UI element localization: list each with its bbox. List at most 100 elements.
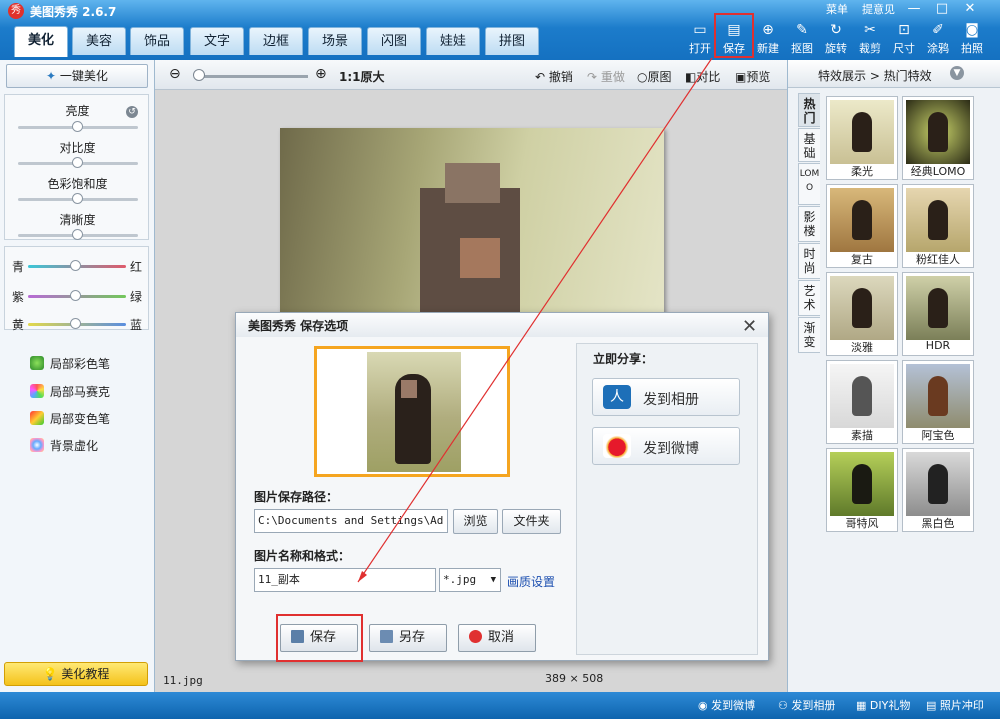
folder-icon: ▭ bbox=[693, 22, 707, 38]
preview-button[interactable]: ▣预览 bbox=[735, 68, 770, 85]
album-icon: ⚇ bbox=[778, 699, 792, 712]
yellow-blue-knob[interactable] bbox=[70, 318, 81, 329]
vtab-basic[interactable]: 基础 bbox=[798, 128, 820, 162]
camera-button[interactable]: ◙ 拍照 bbox=[956, 20, 988, 58]
effect-label: 复古 bbox=[851, 253, 873, 266]
purple-green-knob[interactable] bbox=[70, 290, 81, 301]
effect-classic-lomo[interactable]: 经典LOMO bbox=[902, 96, 974, 180]
effect-sketch[interactable]: 素描 bbox=[826, 360, 898, 444]
color-brush-tool[interactable]: 局部彩色笔 bbox=[30, 354, 110, 374]
original-button[interactable]: ○原图 bbox=[637, 68, 672, 85]
cancel-icon bbox=[469, 630, 482, 643]
chevron-down-icon[interactable]: ▼ bbox=[950, 66, 964, 80]
compare-button[interactable]: ◧对比 bbox=[685, 68, 720, 85]
yellow-label: 黄 bbox=[12, 318, 25, 332]
saturation-knob[interactable] bbox=[72, 193, 83, 204]
menu-link[interactable]: 菜单 bbox=[826, 1, 848, 17]
effect-abao[interactable]: 阿宝色 bbox=[902, 360, 974, 444]
vtab-gradient[interactable]: 渐变 bbox=[798, 317, 820, 353]
tutorial-label: 美化教程 bbox=[61, 667, 110, 681]
brightness-label: 亮度 bbox=[65, 104, 90, 118]
recolor-brush-tool[interactable]: 局部变色笔 bbox=[30, 409, 110, 429]
effect-black-white[interactable]: 黑白色 bbox=[902, 448, 974, 532]
effect-gothic[interactable]: 哥特风 bbox=[826, 448, 898, 532]
effect-thumbnail bbox=[830, 452, 894, 516]
background-blur-tool[interactable]: 背景虚化 bbox=[30, 436, 98, 456]
edited-photo[interactable] bbox=[280, 128, 664, 318]
doodle-button[interactable]: ✐ 涂鸦 bbox=[922, 20, 954, 58]
new-button[interactable]: ⊕ 新建 bbox=[752, 20, 784, 58]
rotate-button[interactable]: ↻ 旋转 bbox=[820, 20, 852, 58]
size-button[interactable]: ⊡ 尺寸 bbox=[888, 20, 920, 58]
effect-retro[interactable]: 复古 bbox=[826, 184, 898, 268]
zoom-level[interactable]: 1:1原大 bbox=[339, 68, 385, 85]
auto-beautify-button[interactable]: ✦ 一键美化 bbox=[6, 64, 148, 88]
brightness-knob[interactable] bbox=[72, 121, 83, 132]
status-album-button[interactable]: ⚇ 发到相册 bbox=[778, 697, 835, 713]
maximize-icon[interactable]: □ bbox=[930, 0, 954, 18]
vtab-art[interactable]: 艺术 bbox=[798, 280, 820, 316]
tab-beauty[interactable]: 美容 bbox=[72, 27, 126, 55]
vtab-fashion[interactable]: 时尚 bbox=[798, 243, 820, 279]
share-panel: 立即分享： 人 发到相册 发到微博 bbox=[576, 343, 758, 655]
feedback-link[interactable]: 提意见 bbox=[862, 1, 895, 17]
tab-flash[interactable]: 闪图 bbox=[367, 27, 421, 55]
cancel-button[interactable]: 取消 bbox=[458, 624, 536, 652]
tab-doll[interactable]: 娃娃 bbox=[426, 27, 480, 55]
tab-beautify[interactable]: 美化 bbox=[14, 26, 68, 57]
zoom-knob[interactable] bbox=[193, 69, 205, 81]
undo-button[interactable]: ↶ 撤销 bbox=[535, 68, 573, 85]
share-album-button[interactable]: 人 发到相册 bbox=[592, 378, 740, 416]
format-select[interactable]: *.jpg ▼ bbox=[439, 568, 501, 592]
photo-print-button[interactable]: ▤ 照片冲印 bbox=[926, 697, 984, 713]
folder-button[interactable]: 文件夹 bbox=[502, 509, 561, 534]
quality-settings-link[interactable]: 画质设置 bbox=[507, 573, 555, 590]
status-weibo-button[interactable]: ◉ 发到微博 bbox=[698, 697, 755, 713]
effect-pink-lady[interactable]: 粉红佳人 bbox=[902, 184, 974, 268]
vtab-lomo[interactable]: LOMO bbox=[798, 163, 820, 205]
resize-icon: ⊡ bbox=[898, 22, 910, 38]
color-brush-icon bbox=[30, 356, 44, 370]
minimize-icon[interactable]: — bbox=[902, 0, 926, 18]
tab-accessories[interactable]: 饰品 bbox=[130, 27, 184, 55]
sharpness-knob[interactable] bbox=[72, 229, 83, 240]
close-icon[interactable]: ✕ bbox=[958, 0, 982, 18]
filename-input[interactable]: 11_副本 bbox=[254, 568, 436, 592]
effect-soft-light[interactable]: 柔光 bbox=[826, 96, 898, 180]
effects-header: 特效展示 > 热门特效 ▼ bbox=[788, 60, 1000, 88]
vtab-studio[interactable]: 影楼 bbox=[798, 206, 820, 242]
tab-text[interactable]: 文字 bbox=[190, 27, 244, 55]
save-path-input[interactable]: C:\Documents and Settings\Ad bbox=[254, 509, 448, 533]
diy-gift-button[interactable]: ▦ DIY礼物 bbox=[856, 697, 910, 713]
mosaic-icon bbox=[30, 384, 44, 398]
open-label: 打开 bbox=[689, 42, 711, 55]
effect-hdr[interactable]: HDR bbox=[902, 272, 974, 356]
zoom-out-icon[interactable]: ⊖ bbox=[169, 66, 181, 82]
redo-label: 重做 bbox=[600, 70, 625, 84]
zoom-in-icon[interactable]: ⊕ bbox=[315, 66, 327, 82]
cutout-button[interactable]: ✎ 抠图 bbox=[786, 20, 818, 58]
tab-collage[interactable]: 拼图 bbox=[485, 27, 539, 55]
browse-button[interactable]: 浏览 bbox=[453, 509, 498, 534]
mosaic-tool[interactable]: 局部马赛克 bbox=[30, 382, 110, 402]
photo-print-label: 照片冲印 bbox=[939, 699, 984, 712]
contrast-knob[interactable] bbox=[72, 157, 83, 168]
camera-icon: ◙ bbox=[965, 22, 979, 38]
recolor-brush-icon bbox=[30, 411, 44, 425]
tutorial-button[interactable]: 💡 美化教程 bbox=[4, 662, 148, 686]
redo-button[interactable]: ↷ 重做 bbox=[587, 68, 625, 85]
zoom-slider[interactable] bbox=[200, 75, 308, 78]
preview-thumbnail bbox=[367, 352, 461, 472]
tab-border[interactable]: 边框 bbox=[249, 27, 303, 55]
crop-button[interactable]: ✂ 裁剪 bbox=[854, 20, 886, 58]
open-button[interactable]: ▭ 打开 bbox=[684, 20, 716, 58]
dialog-close-icon[interactable]: ✕ bbox=[742, 316, 757, 337]
cyan-red-knob[interactable] bbox=[70, 260, 81, 271]
save-as-button[interactable]: 另存 bbox=[369, 624, 447, 652]
vtab-hot[interactable]: 热门 bbox=[798, 93, 820, 127]
effect-elegant[interactable]: 淡雅 bbox=[826, 272, 898, 356]
preview-label: 预览 bbox=[746, 70, 771, 84]
share-weibo-button[interactable]: 发到微博 bbox=[592, 427, 740, 465]
tab-scene[interactable]: 场景 bbox=[308, 27, 362, 55]
thumbnail-face bbox=[401, 380, 417, 398]
